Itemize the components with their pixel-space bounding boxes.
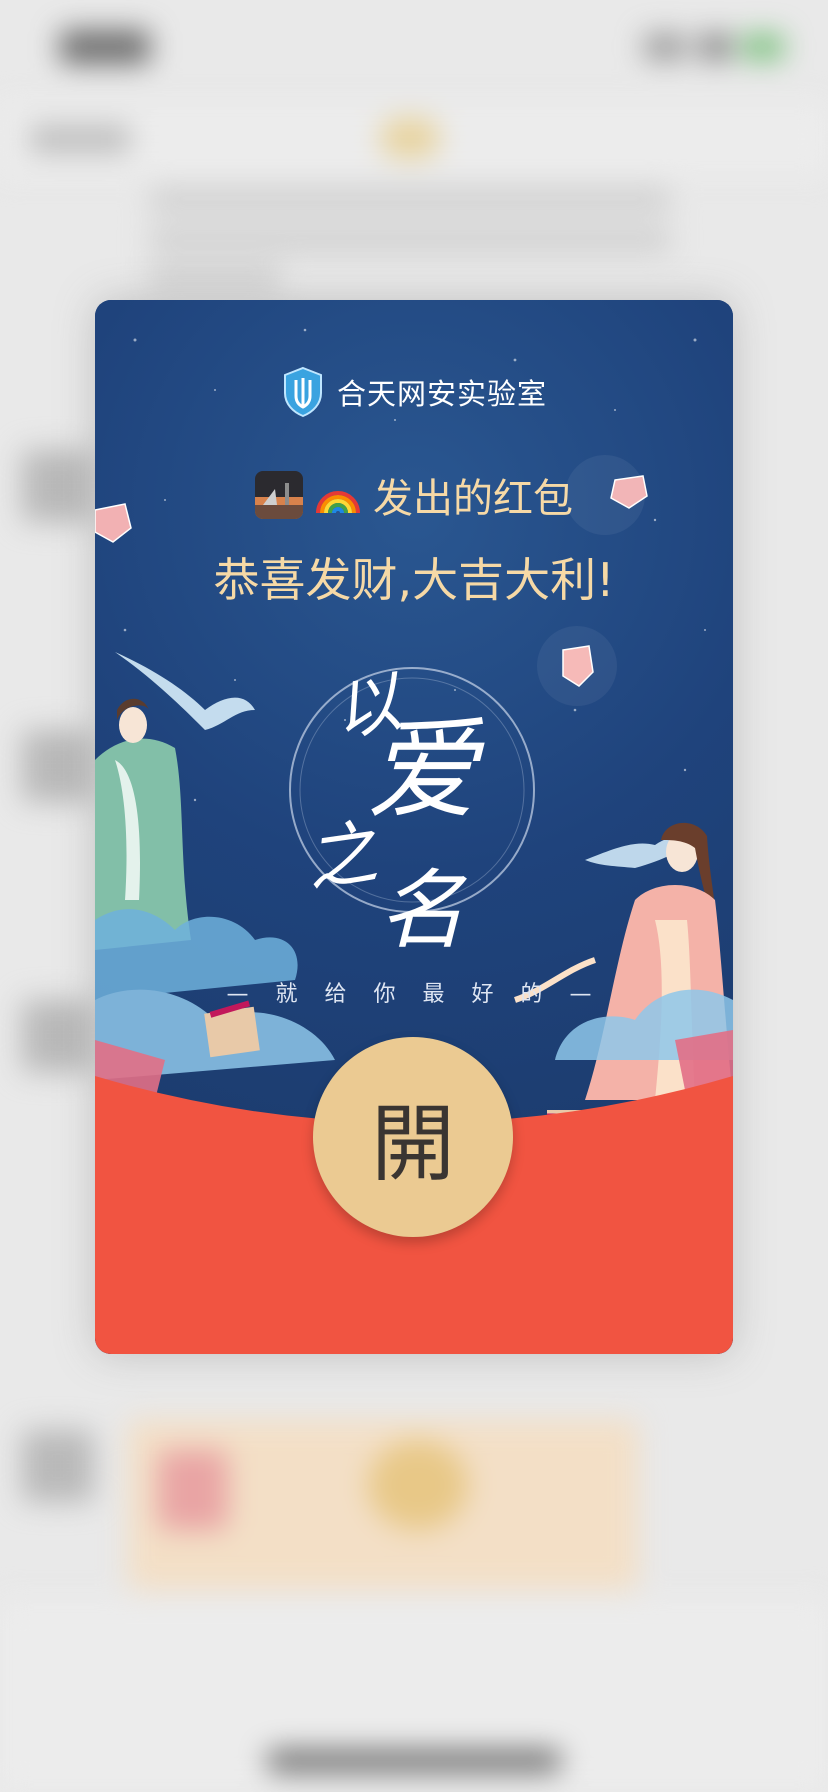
home-indicator <box>266 1750 562 1772</box>
message-line <box>150 188 670 212</box>
message-line <box>150 266 280 290</box>
chat-avatar <box>22 450 94 522</box>
calligraphy-char: 之 <box>301 811 384 902</box>
nav-back-button <box>30 125 130 153</box>
chat-avatar <box>22 1430 94 1502</box>
red-packet-envelope: 合天网安实验室 发出的红包 恭喜发财,大吉大利! 以 爱 之 名 — 就 给 你… <box>95 300 733 1354</box>
red-packet-message-card <box>128 1420 638 1590</box>
nav-title <box>380 118 440 158</box>
status-bar-icons <box>644 34 784 60</box>
slogan-text: — 就 给 你 最 好 的 — <box>226 982 602 1007</box>
open-button[interactable]: 開 <box>313 1037 513 1237</box>
status-bar-time <box>60 30 150 64</box>
calligraphy-char: 爱 <box>367 706 485 834</box>
chat-avatar <box>22 730 94 802</box>
message-line <box>150 228 670 252</box>
chat-avatar <box>22 1000 94 1072</box>
calligraphy-char: 名 <box>379 861 467 961</box>
